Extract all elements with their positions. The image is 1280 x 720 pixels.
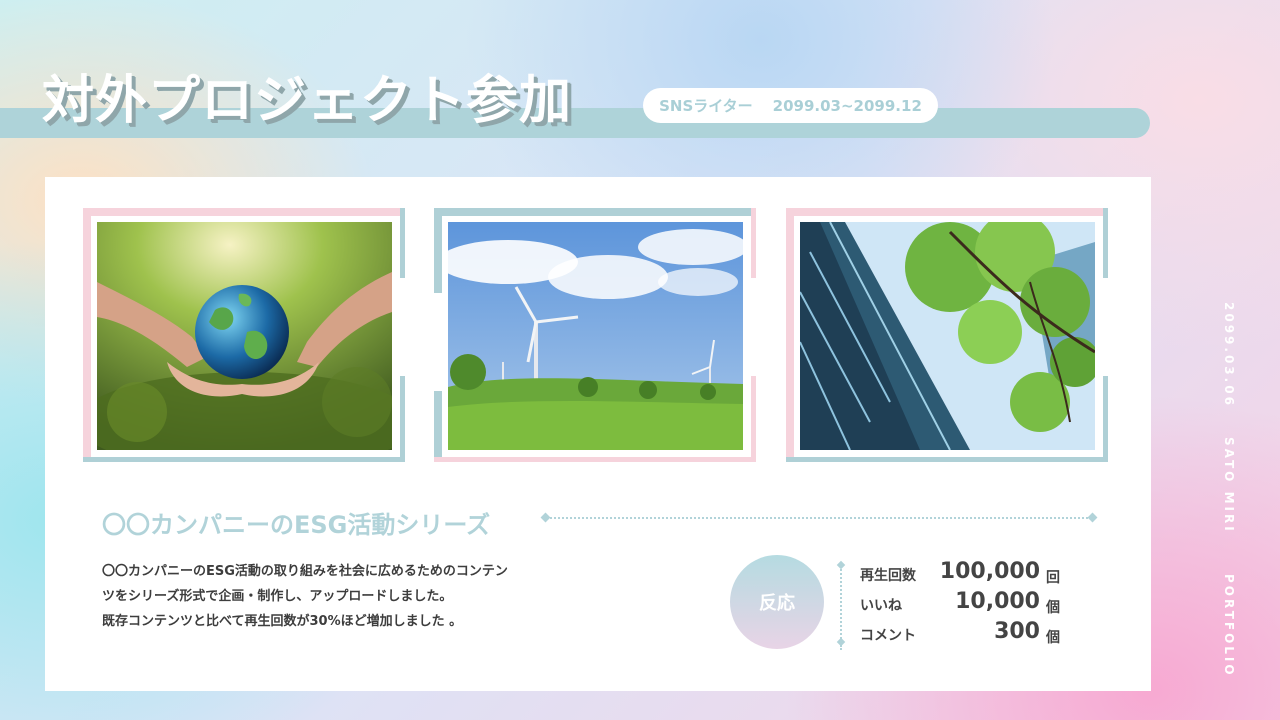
photo-frame-earth [83, 208, 405, 462]
stat-row-likes: いいね 10,000 個 [860, 589, 1060, 619]
role-pill: SNSライター 2099.03~2099.12 [643, 88, 938, 123]
photo-frame-wind [434, 208, 756, 462]
page-title: 対外プロジェクト参加 [42, 71, 573, 131]
reaction-stats: 再生回数 100,000 回 いいね 10,000 個 コメント 300 個 [860, 559, 1060, 649]
stat-label: コメント [860, 628, 916, 644]
diamond-icon [836, 637, 846, 647]
stat-value: 300 [994, 619, 1040, 644]
stat-unit: 個 [1046, 630, 1060, 646]
earth-in-hands-photo [97, 222, 392, 450]
stat-unit: 個 [1046, 600, 1060, 616]
wind-turbines-photo [448, 222, 743, 450]
dotted-divider [543, 517, 1095, 519]
project-card: 〇〇カンパニーのESG活動シリーズ 〇〇カンパニーのESG活動の取り組みを社会に… [45, 177, 1151, 691]
reaction-label: 反応 [759, 593, 795, 614]
description-line: ツをシリーズ形式で企画・制作し、アップロードしました。 [102, 589, 453, 604]
description-line: 既存コンテンツと比べて再生回数が30%ほど増加しました 。 [102, 614, 463, 629]
side-portfolio: PORTFOLIO [1222, 574, 1236, 678]
role-label: SNSライター [659, 97, 753, 115]
stat-label: いいね [860, 598, 902, 614]
description-line: 〇〇カンパニーのESG活動の取り組みを社会に広めるためのコンテン [102, 564, 508, 579]
stat-value: 100,000 [939, 559, 1040, 584]
stat-label: 再生回数 [860, 568, 916, 584]
project-description: 〇〇カンパニーのESG活動の取り組みを社会に広めるためのコンテン ツをシリーズ形… [102, 559, 602, 634]
period-label: 2099.03~2099.12 [772, 96, 922, 115]
section-title: 〇〇カンパニーのESG活動シリーズ [102, 511, 491, 539]
reaction-badge: 反応 [730, 555, 824, 649]
glass-building-trees-photo [800, 222, 1095, 450]
side-date: 2099.03.06 [1222, 302, 1236, 408]
photo-frame-building [786, 208, 1108, 462]
side-name: SATO MIRI [1222, 437, 1236, 534]
diamond-icon [1087, 512, 1098, 523]
stat-row-views: 再生回数 100,000 回 [860, 559, 1060, 589]
stat-row-comments: コメント 300 個 [860, 619, 1060, 649]
stat-value: 10,000 [955, 589, 1040, 614]
stat-unit: 回 [1046, 570, 1060, 586]
